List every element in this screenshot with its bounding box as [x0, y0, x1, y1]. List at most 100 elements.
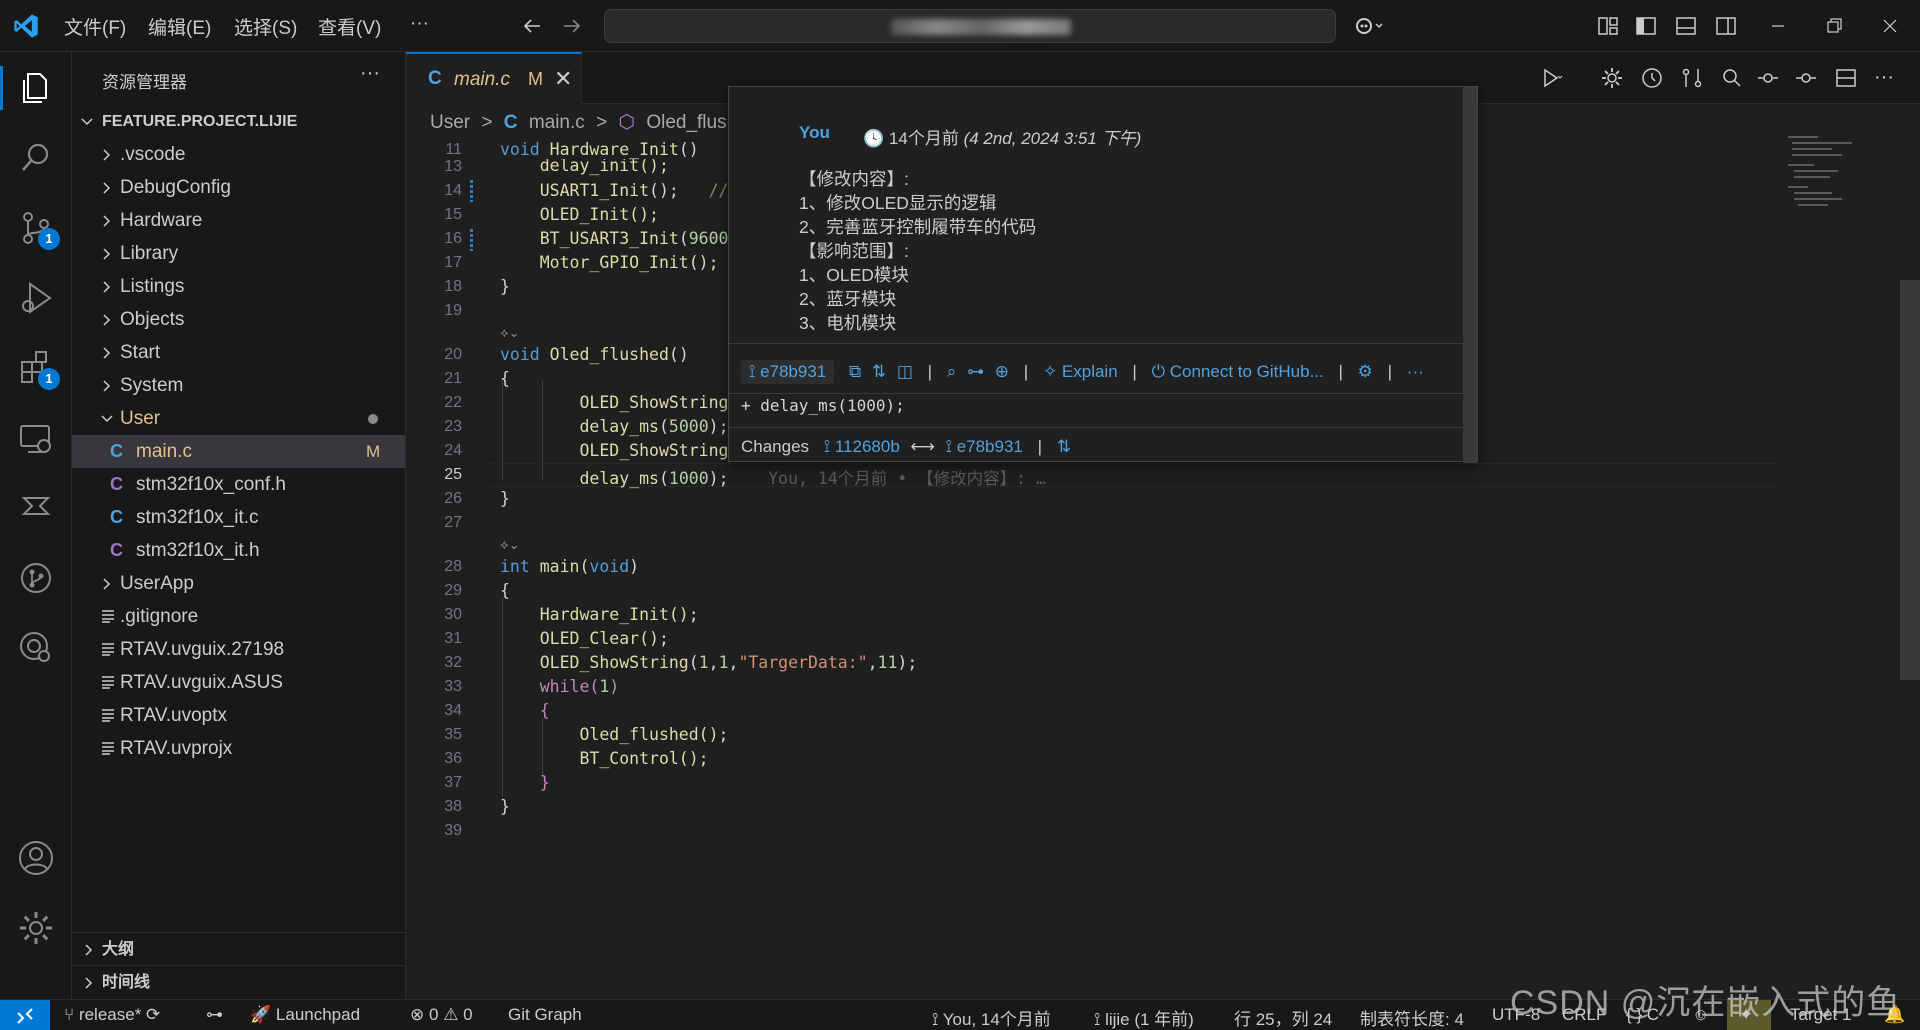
search-commit-icon[interactable]: ⌕ [947, 362, 957, 381]
tab-close-icon[interactable]: ✕ [554, 66, 572, 92]
show-commit-icon[interactable]: ◫ [897, 362, 913, 381]
sidebar-item-gitignore[interactable]: .gitignore [72, 600, 405, 633]
launchpad-status[interactable]: 🚀 Launchpad [250, 1005, 360, 1025]
graph-icon[interactable]: ⊶ [967, 362, 984, 381]
menu-view[interactable]: 查看(V) [318, 13, 381, 40]
minimize-icon[interactable] [1766, 14, 1790, 38]
gutter-change-marker[interactable] [470, 229, 473, 251]
editor-more-button[interactable]: ··· [1874, 66, 1898, 90]
author-status[interactable]: ⟟ lijie (1 年前) [1094, 1005, 1194, 1030]
toggle-blame-icon[interactable] [1720, 66, 1744, 90]
inline-blame-annotation[interactable]: You, 14个月前 • 【修改内容】: … [729, 469, 1046, 488]
close-window-icon[interactable] [1878, 14, 1902, 38]
remote-explorer-icon[interactable] [16, 418, 56, 458]
sidebar-item-rtav-uvguix-asus[interactable]: RTAV.uvguix.ASUS [72, 666, 405, 699]
commit-author[interactable]: You [799, 123, 830, 143]
sidebar-item-stm32f10x-conf-h[interactable]: Cstm32f10x_conf.h [72, 468, 405, 501]
next-revision-icon[interactable] [1794, 66, 1818, 90]
connect-github-button[interactable]: ⏻ Connect to GitHub... [1152, 362, 1324, 381]
popup-scrollbar[interactable] [1463, 87, 1477, 463]
forward-arrow-icon[interactable] [560, 14, 584, 38]
sidebar-item-objects[interactable]: Objects [72, 303, 405, 336]
codelens-icon[interactable]: ⟡⌄ [500, 537, 520, 553]
toggle-panel-icon[interactable] [1674, 14, 1698, 38]
git-graph-status[interactable]: Git Graph [508, 1005, 582, 1025]
minimap[interactable] [1780, 130, 1880, 220]
sidebar-item-rtav-uvoptx[interactable]: RTAV.uvoptx [72, 699, 405, 732]
remote-indicator[interactable] [0, 1000, 50, 1030]
breadcrumb-file[interactable]: main.c [529, 112, 585, 133]
chevron-down-icon [81, 118, 93, 126]
sidebar-item-library[interactable]: Library [72, 237, 405, 270]
sidebar-item-debugconfig[interactable]: DebugConfig [72, 171, 405, 204]
outline-section[interactable]: 大纲 [72, 932, 406, 965]
globe-icon[interactable]: ⊕ [995, 362, 1009, 381]
settings-gear-icon[interactable]: ⚙ [1358, 362, 1373, 381]
run-debug-icon[interactable] [16, 278, 56, 318]
copilot-icon[interactable] [1354, 14, 1384, 38]
sidebar-more-button[interactable]: ··· [360, 62, 380, 85]
menu-file[interactable]: 文件(F) [64, 13, 126, 40]
more-actions-icon[interactable]: ··· [1407, 362, 1424, 381]
codelens-icon[interactable]: ⟡⌄ [500, 325, 520, 341]
settings-gear-icon[interactable] [16, 908, 56, 948]
open-changes-icon[interactable]: ⇅ [872, 362, 886, 381]
sidebar-item-system[interactable]: System [72, 369, 405, 402]
menu-edit[interactable]: 编辑(E) [148, 13, 211, 40]
history-icon[interactable] [1640, 66, 1664, 90]
git-graph-icon[interactable] [16, 558, 56, 598]
vscode-logo-icon[interactable] [12, 12, 40, 40]
sidebar-item-main-c[interactable]: Cmain.c M [72, 435, 405, 468]
menu-more[interactable]: ··· [410, 13, 429, 35]
keil-extension-icon[interactable] [16, 488, 56, 528]
compare-icon[interactable]: ⇅ [1057, 437, 1071, 456]
restore-icon[interactable] [1822, 14, 1846, 38]
back-arrow-icon[interactable] [520, 14, 544, 38]
problems-status[interactable]: ⊗ 0 ⚠ 0 [410, 1005, 473, 1025]
copy-icon[interactable]: ⧉ [849, 362, 861, 381]
blame-hover-popup[interactable]: You 🕓 14个月前 (4 2nd, 2024 3:51 下午) 【修改内容】… [728, 86, 1478, 463]
account-icon[interactable] [16, 838, 56, 878]
from-sha-link[interactable]: ⟟ 112680b [824, 437, 900, 456]
sidebar-item-rtav-uvguix-27198[interactable]: RTAV.uvguix.27198 [72, 633, 405, 666]
sidebar-item-stm32f10x-it-c[interactable]: Cstm32f10x_it.c [72, 501, 405, 534]
cursor-position[interactable]: 行 25，列 24 [1234, 1005, 1332, 1030]
explorer-icon[interactable] [16, 68, 56, 108]
source-control-button[interactable]: 1 [16, 208, 60, 250]
customize-layout-icon[interactable] [1596, 14, 1620, 38]
search-icon[interactable] [16, 138, 56, 178]
previous-revision-icon[interactable] [1756, 66, 1780, 90]
sidebar-item-listings[interactable]: Listings [72, 270, 405, 303]
to-sha-link[interactable]: ⟟ e78b931 [946, 437, 1023, 456]
blame-status[interactable]: ⟟ You, 14个月前 [932, 1005, 1051, 1030]
gear-icon[interactable] [1600, 66, 1624, 90]
toggle-secondary-sidebar-icon[interactable] [1714, 14, 1738, 38]
editor-scrollbar[interactable] [1900, 280, 1920, 680]
sidebar-item-userapp[interactable]: UserApp [72, 567, 405, 600]
separator: | [1037, 437, 1043, 456]
sidebar-item-user[interactable]: User [72, 402, 405, 435]
project-root[interactable]: FEATURE.PROJECT.LIJIE [72, 105, 405, 138]
sidebar-item-stm32f10x-it-h[interactable]: Cstm32f10x_it.h [72, 534, 405, 567]
split-editor-icon[interactable] [1834, 66, 1858, 90]
sidebar-item-rtav-uvprojx[interactable]: RTAV.uvprojx [72, 732, 405, 765]
compare-changes-icon[interactable] [1680, 66, 1704, 90]
commit-sha-button[interactable]: ⟟ e78b931 [741, 360, 835, 384]
gitlens-icon[interactable] [16, 628, 56, 668]
run-file-icon[interactable] [1540, 66, 1564, 90]
extensions-button[interactable]: 1 [16, 348, 60, 390]
gutter-change-marker[interactable] [470, 180, 473, 202]
command-center-search[interactable] [604, 9, 1336, 43]
menu-selection[interactable]: 选择(S) [234, 13, 297, 40]
toggle-sidebar-icon[interactable] [1634, 14, 1658, 38]
tab-size-status[interactable]: 制表符长度: 4 [1360, 1005, 1464, 1030]
sidebar-item-start[interactable]: Start [72, 336, 405, 369]
tab-main-c[interactable]: C main.c M ✕ [406, 52, 582, 104]
sidebar-item-hardware[interactable]: Hardware [72, 204, 405, 237]
sidebar-item-vscode[interactable]: .vscode [72, 138, 405, 171]
branch-status[interactable]: ⑂ release* ⟳ [64, 1005, 160, 1025]
timeline-section[interactable]: 时间线 [72, 965, 406, 998]
explain-button[interactable]: ✧ Explain [1043, 362, 1118, 381]
breadcrumb-folder[interactable]: User [430, 112, 470, 133]
graph-status-icon[interactable]: ⊶ [206, 1005, 223, 1025]
